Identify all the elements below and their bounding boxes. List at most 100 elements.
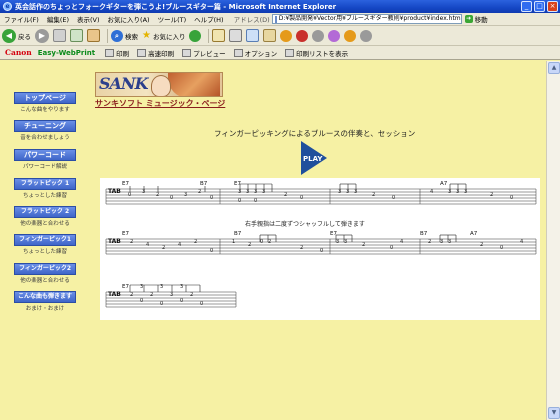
nav-button-extra[interactable]: こんな曲も弾きます xyxy=(14,291,76,303)
logo-caption-link[interactable]: サンキソフト ミュージック・ページ xyxy=(95,98,225,109)
addon-purple-icon xyxy=(328,29,341,42)
tab-notation: 0320 320 3333 0020 3332 0433 320 2424 20… xyxy=(100,178,540,320)
nav-top[interactable]: トップページ こんな曲をやります xyxy=(14,92,76,113)
canon-print-list-label: 印刷リストを表示 xyxy=(296,49,349,58)
star-icon: ★ xyxy=(142,30,151,41)
toolbar: ◀ 戻る ▶ ⌕ 検索 ★ お気に入り xyxy=(0,26,560,46)
minimize-button[interactable]: _ xyxy=(521,1,532,12)
svg-text:3: 3 xyxy=(140,284,143,290)
play-label: PLAY xyxy=(303,155,323,163)
history-button[interactable] xyxy=(189,29,202,42)
svg-text:0: 0 xyxy=(320,248,323,254)
chord-label: E7 xyxy=(122,181,129,187)
logo-text: SANK xyxy=(99,74,148,93)
close-button[interactable]: × xyxy=(547,1,558,12)
tab-staff-image: 0320 3 20 3333 0 02 0 3332 04 3 3 320 2424 20… xyxy=(105,181,537,308)
nav-button-fingerpick-1[interactable]: フィンガーピック1 xyxy=(14,234,76,246)
maximize-button[interactable]: □ xyxy=(534,1,545,12)
canon-print-button[interactable]: 印刷 xyxy=(105,48,129,58)
menu-favorites[interactable]: お気に入り(A) xyxy=(104,14,154,24)
forward-button[interactable]: ▶ xyxy=(35,28,49,43)
svg-text:0: 0 xyxy=(210,195,213,201)
nav-extra[interactable]: こんな曲も弾きます おまけ・おまけ xyxy=(14,291,76,312)
addon-button-5[interactable] xyxy=(360,29,373,42)
scroll-down-icon[interactable]: ▼ xyxy=(548,407,560,419)
nav-button-flatpick-2[interactable]: フラットピック 2 xyxy=(14,206,76,218)
vertical-scrollbar[interactable]: ▲ ▼ xyxy=(546,61,560,420)
print-button[interactable] xyxy=(229,29,243,42)
play-button[interactable]: PLAY xyxy=(300,141,328,175)
svg-text:2: 2 xyxy=(248,242,251,248)
menu-tools[interactable]: ツール(T) xyxy=(154,14,191,24)
nav-button-tuning[interactable]: チューニング xyxy=(14,120,76,132)
site-logo[interactable]: SANK xyxy=(95,72,223,97)
nav-sub-extra: おまけ・おまけ xyxy=(25,306,65,312)
canon-preview-label: プレビュー xyxy=(193,49,226,58)
menu-file[interactable]: ファイル(F) xyxy=(0,14,43,24)
svg-text:0: 0 xyxy=(238,198,241,204)
search-icon: ⌕ xyxy=(111,29,123,42)
forward-arrow-icon: ▶ xyxy=(35,28,49,43)
canon-hq-print-label: 高速印刷 xyxy=(148,49,175,58)
favorites-button[interactable]: ★ お気に入り xyxy=(142,30,185,41)
svg-text:2: 2 xyxy=(194,239,197,245)
search-button[interactable]: ⌕ 検索 xyxy=(111,29,138,42)
chord-label: E7 xyxy=(330,231,337,237)
addon-button-1[interactable] xyxy=(296,29,309,42)
nav-power-chord[interactable]: パワーコード パワーコード解説 xyxy=(14,149,76,170)
nav-flatpick-1[interactable]: フラットピック 1 ちょっとした練習 xyxy=(14,178,76,199)
nav-sub-tuning: 音を合わせましょう xyxy=(20,135,70,141)
chord-label: E7 xyxy=(122,231,129,237)
nav-sub-power-chord: パワーコード解説 xyxy=(22,164,67,170)
discuss-button[interactable] xyxy=(263,29,277,42)
menu-help[interactable]: ヘルプ(H) xyxy=(190,14,227,24)
go-button[interactable]: ➜ 移動 xyxy=(464,14,488,24)
addon-button-4[interactable] xyxy=(344,29,357,42)
svg-text:0: 0 xyxy=(180,298,183,304)
address-field[interactable]: D:¥製品開発¥Vector用¥ブルースギター教則¥product¥index.… xyxy=(271,14,462,24)
nav-tuning[interactable]: チューニング 音を合わせましょう xyxy=(14,120,76,141)
addon-gray-icon xyxy=(312,29,325,42)
canon-options-button[interactable]: オプション xyxy=(233,48,277,58)
canon-preview-button[interactable]: プレビュー xyxy=(182,48,226,58)
nav-button-power-chord[interactable]: パワーコード xyxy=(14,149,76,161)
nav-sub-flatpick-2: 他の楽器と合わせる xyxy=(20,221,70,227)
svg-text:2: 2 xyxy=(198,189,201,195)
svg-text:2: 2 xyxy=(480,242,483,248)
svg-text:2: 2 xyxy=(156,192,159,198)
menu-view[interactable]: 表示(V) xyxy=(73,14,104,24)
refresh-button[interactable] xyxy=(70,29,83,42)
menu-edit[interactable]: 編集(E) xyxy=(43,14,73,24)
window-title: 英会話作のちょっとフォークギターを弾こうよ!ブルースギター篇 - Microso… xyxy=(15,2,337,11)
mail-button[interactable] xyxy=(212,29,226,42)
address-value: D:¥製品開発¥Vector用¥ブルースギター教則¥product¥index.… xyxy=(278,15,461,22)
nav-fingerpick-1[interactable]: フィンガーピック1 ちょっとした練習 xyxy=(14,234,76,255)
back-button[interactable]: ◀ 戻る xyxy=(2,28,31,43)
stop-button[interactable] xyxy=(53,29,66,42)
svg-text:2: 2 xyxy=(362,242,365,248)
addon-red-icon xyxy=(296,29,309,42)
svg-text:1: 1 xyxy=(232,239,235,245)
nav-flatpick-2[interactable]: フラットピック 2 他の楽器と合わせる xyxy=(14,206,76,227)
svg-text:4: 4 xyxy=(520,239,523,245)
edit-button[interactable] xyxy=(246,29,260,42)
nav-fingerpick-2[interactable]: フィンガーピック2 他の楽器と合わせる xyxy=(14,263,76,284)
svg-text:3: 3 xyxy=(346,189,349,195)
nav-button-top[interactable]: トップページ xyxy=(14,92,76,104)
canon-hq-print-button[interactable]: 高速印刷 xyxy=(137,48,174,58)
svg-text:3: 3 xyxy=(338,189,341,195)
messenger-button[interactable] xyxy=(280,29,293,42)
svg-text:2: 2 xyxy=(268,239,271,245)
canon-print-list-button[interactable]: 印刷リストを表示 xyxy=(285,48,348,58)
addon-button-3[interactable] xyxy=(328,29,341,42)
nav-button-fingerpick-2[interactable]: フィンガーピック2 xyxy=(14,263,76,275)
svg-text:0: 0 xyxy=(160,301,163,307)
easy-webprint-menu[interactable]: Easy-WebPrint xyxy=(38,49,95,57)
options-icon xyxy=(233,48,243,57)
favorites-label: お気に入り xyxy=(152,32,186,41)
back-label: 戻る xyxy=(18,32,31,41)
addon-button-2[interactable] xyxy=(312,29,325,42)
home-button[interactable] xyxy=(87,29,100,42)
nav-button-flatpick-1[interactable]: フラットピック 1 xyxy=(14,178,76,190)
scroll-up-icon[interactable]: ▲ xyxy=(548,62,560,74)
